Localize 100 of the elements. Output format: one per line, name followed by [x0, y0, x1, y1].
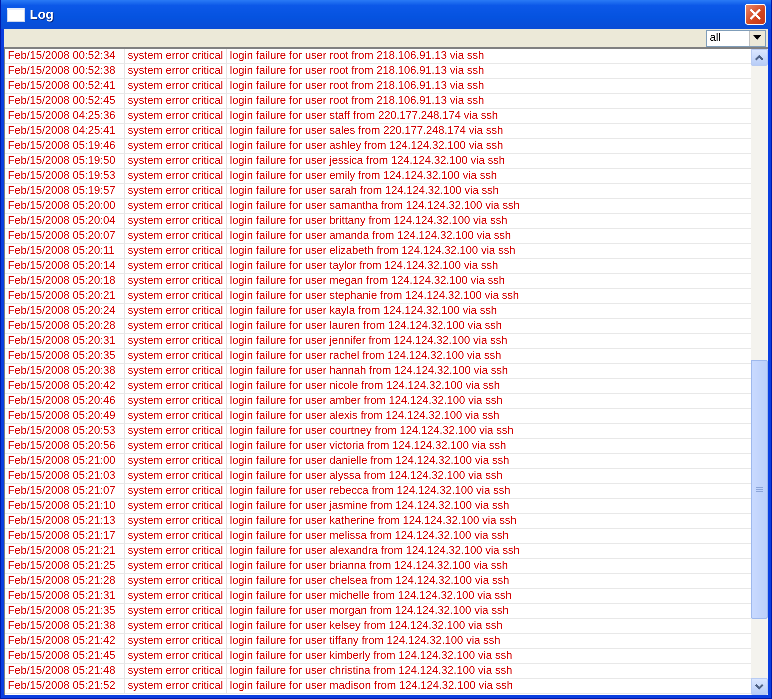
table-cell-text: login failure for user chelsea from 124.124.32.100 via ssh: [229, 574, 510, 588]
table-cell: Feb/15/2008 05:20:28: [5, 319, 125, 333]
table-cell: system error critical: [125, 79, 227, 93]
table-cell: Feb/15/2008 05:21:07: [5, 484, 125, 498]
table-cell: Feb/15/2008 05:20:35: [5, 349, 125, 363]
grip-icon: [756, 486, 763, 492]
table-cell: Feb/15/2008 00:52:41: [5, 79, 125, 93]
table-cell-text: login failure for user morgan from 124.124.32.100 via ssh: [229, 604, 510, 618]
table-cell-text: login failure for user melissa from 124.124.32.100 via ssh: [229, 529, 510, 543]
table-cell: system error critical: [125, 679, 227, 693]
table-cell: system error critical: [125, 619, 227, 633]
table-cell: Feb/15/2008 05:21:25: [5, 559, 125, 573]
scrollbar-thumb[interactable]: [751, 360, 768, 619]
table-cell: Feb/15/2008 05:21:52: [5, 679, 125, 693]
table-cell: system error critical: [125, 559, 227, 573]
table-cell-text: login failure for user alyssa from 124.124.32.100 via ssh: [229, 469, 504, 483]
table-cell: Feb/15/2008 05:21:48: [5, 664, 125, 678]
table-cell-text: login failure for user ashley from 124.124.32.100 via ssh: [229, 139, 504, 153]
table-cell: system error critical: [125, 439, 227, 453]
table-cell: system error critical: [125, 409, 227, 423]
table-cell: system error critical: [125, 349, 227, 363]
table-cell: system error critical: [125, 244, 227, 258]
scroll-down-button[interactable]: [751, 678, 768, 695]
table-cell: Feb/15/2008 04:25:36: [5, 109, 125, 123]
table-cell-text: login failure for user nicole from 124.124.32.100 via ssh: [229, 379, 502, 393]
table-cell-text: login failure for user elizabeth from 124.124.32.100 via ssh: [229, 244, 517, 258]
dropdown-button[interactable]: [749, 30, 765, 46]
table-cell: system error critical: [125, 154, 227, 168]
table-cell: Feb/15/2008 00:52:45: [5, 94, 125, 108]
table-cell: system error critical: [125, 184, 227, 198]
table-cell-text: login failure for user madison from 124.124.32.100 via ssh: [229, 679, 514, 693]
table-cell: Feb/15/2008 05:19:57: [5, 184, 125, 198]
table-cell-text: login failure for user jasmine from 124.124.32.100 via ssh: [229, 499, 510, 513]
scroll-up-button[interactable]: [751, 49, 768, 66]
table-cell-text: login failure for user courtney from 124.124.32.100 via ssh: [229, 424, 515, 438]
table-cell-text: login failure for user amanda from 124.124.32.100 via ssh: [229, 229, 512, 243]
table-cell: Feb/15/2008 05:20:07: [5, 229, 125, 243]
table-cell: system error critical: [125, 379, 227, 393]
table-cell-text: login failure for user katherine from 124.124.32.100 via ssh: [229, 514, 518, 528]
table-cell: system error critical: [125, 634, 227, 648]
table-cell: Feb/15/2008 05:21:31: [5, 589, 125, 603]
table-cell: system error critical: [125, 664, 227, 678]
table-cell: system error critical: [125, 259, 227, 273]
table-cell: system error critical: [125, 499, 227, 513]
table-cell-text: login failure for user root from 218.106.91.13 via ssh: [229, 49, 486, 63]
table-cell: Feb/15/2008 05:20:31: [5, 334, 125, 348]
table-cell: Feb/15/2008 05:20:21: [5, 289, 125, 303]
table-cell-text: login failure for user brittany from 124.124.32.100 via ssh: [229, 214, 509, 228]
table-cell: system error critical: [125, 424, 227, 438]
window-icon: [7, 8, 25, 22]
table-cell: system error critical: [125, 94, 227, 108]
table-cell: Feb/15/2008 05:19:46: [5, 139, 125, 153]
close-button[interactable]: [745, 4, 766, 25]
table-cell: system error critical: [125, 64, 227, 78]
table-cell: system error critical: [125, 319, 227, 333]
table-cell-text: login failure for user jennifer from 124.124.32.100 via ssh: [229, 334, 509, 348]
table-cell: system error critical: [125, 199, 227, 213]
table-cell-text: login failure for user michelle from 124.124.32.100 via ssh: [229, 589, 513, 603]
table-cell-text: login failure for user rachel from 124.124.32.100 via ssh: [229, 349, 502, 363]
table-cell-text: login failure for user kayla from 124.124.32.100 via ssh: [229, 304, 498, 318]
table-cell-text: login failure for user root from 218.106.91.13 via ssh: [229, 64, 486, 78]
table-cell: system error critical: [125, 214, 227, 228]
table-cell: system error critical: [125, 109, 227, 123]
table-cell: Feb/15/2008 05:20:24: [5, 304, 125, 318]
table-cell: Feb/15/2008 05:21:28: [5, 574, 125, 588]
window-title: Log: [30, 7, 55, 22]
table-cell: system error critical: [125, 364, 227, 378]
table-cell: Feb/15/2008 05:20:18: [5, 274, 125, 288]
table-cell: Feb/15/2008 05:20:53: [5, 424, 125, 438]
table-cell: Feb/15/2008 05:20:38: [5, 364, 125, 378]
table-cell: Feb/15/2008 00:52:38: [5, 64, 125, 78]
table-cell-text: login failure for user emily from 124.124.32.100 via ssh: [229, 169, 498, 183]
table-cell: Feb/15/2008 05:20:42: [5, 379, 125, 393]
table-cell: Feb/15/2008 05:20:56: [5, 439, 125, 453]
table-cell-text: login failure for user root from 218.106.91.13 via ssh: [229, 79, 486, 93]
filter-dropdown[interactable]: all: [706, 30, 766, 46]
table-cell: Feb/15/2008 05:21:17: [5, 529, 125, 543]
table-cell: system error critical: [125, 334, 227, 348]
table-cell: Feb/15/2008 05:21:42: [5, 634, 125, 648]
table-cell-text: login failure for user alexis from 124.124.32.100 via ssh: [229, 409, 501, 423]
chevron-down-icon: [755, 684, 764, 690]
table-cell: Feb/15/2008 05:20:04: [5, 214, 125, 228]
table-cell-text: login failure for user root from 218.106.91.13 via ssh: [229, 94, 486, 108]
table-cell-text: login failure for user taylor from 124.124.32.100 via ssh: [229, 259, 500, 273]
table-cell: Feb/15/2008 05:21:10: [5, 499, 125, 513]
table-cell-text: login failure for user christina from 124.124.32.100 via ssh: [229, 664, 514, 678]
table-cell: system error critical: [125, 649, 227, 663]
table-cell-text: login failure for user victoria from 124.124.32.100 via ssh: [229, 439, 508, 453]
table-cell: Feb/15/2008 05:20:49: [5, 409, 125, 423]
table-cell: system error critical: [125, 274, 227, 288]
table-cell: Feb/15/2008 05:20:00: [5, 199, 125, 213]
scrollbar-track[interactable]: [751, 49, 768, 695]
table-cell-text: login failure for user kimberly from 124.124.32.100 via ssh: [229, 649, 514, 663]
table-cell: system error critical: [125, 454, 227, 468]
table-cell: system error critical: [125, 604, 227, 618]
table-cell-text: login failure for user sales from 220.177.248.174 via ssh: [229, 124, 504, 138]
table-cell: Feb/15/2008 05:20:14: [5, 259, 125, 273]
table-cell: system error critical: [125, 124, 227, 138]
table-cell-text: login failure for user samantha from 124.124.32.100 via ssh: [229, 199, 521, 213]
table-cell: system error critical: [125, 139, 227, 153]
